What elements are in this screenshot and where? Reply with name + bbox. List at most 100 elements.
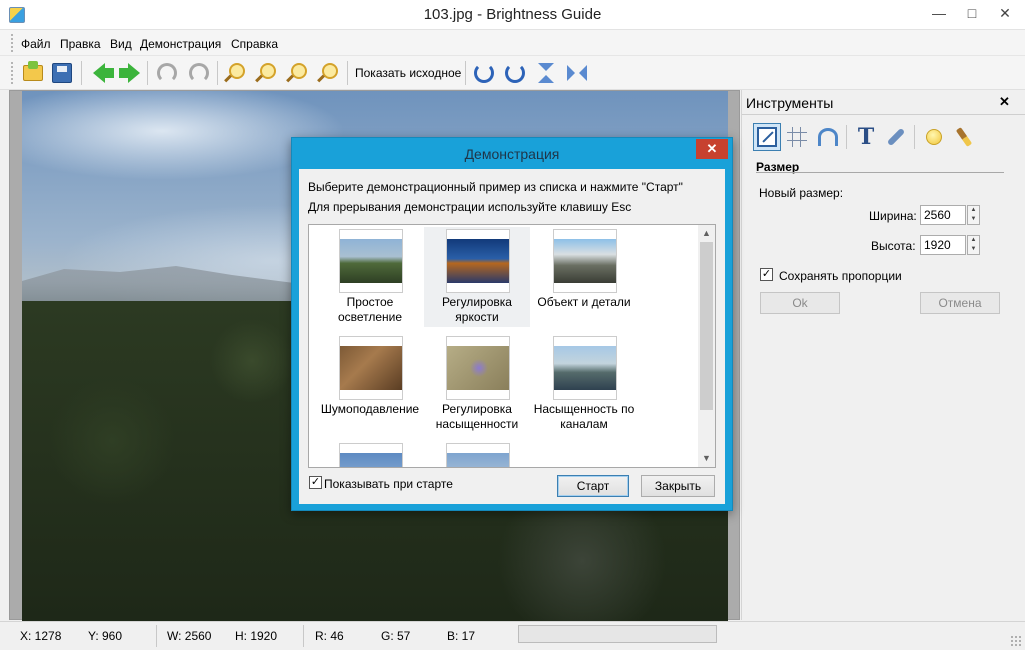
height-stepper[interactable]: ▲ ▼ bbox=[967, 235, 980, 255]
scroll-up-icon[interactable]: ▲ bbox=[698, 225, 715, 242]
flip-horizontal-icon bbox=[567, 63, 587, 83]
forward-icon bbox=[119, 63, 140, 83]
undo-tool[interactable] bbox=[814, 123, 842, 151]
bulb-icon bbox=[926, 129, 942, 145]
undo-icon bbox=[157, 63, 177, 83]
list-item[interactable]: Шумоподавление bbox=[317, 334, 423, 434]
thumbnail bbox=[339, 443, 403, 467]
tools-title: Инструменты bbox=[746, 95, 834, 111]
undo-button[interactable] bbox=[153, 59, 181, 87]
flip-vertical-icon bbox=[536, 63, 556, 83]
title-bar: 103.jpg - Brightness Guide — □ ✕ bbox=[0, 0, 1025, 30]
rotate-ccw-button[interactable] bbox=[501, 59, 529, 87]
scroll-thumb[interactable] bbox=[700, 242, 713, 410]
ok-button[interactable]: Ok bbox=[760, 292, 840, 314]
show-original-button[interactable]: Показать исходное bbox=[355, 66, 461, 80]
list-item[interactable]: Регулировка насыщенности bbox=[424, 334, 530, 434]
width-down-icon[interactable]: ▼ bbox=[968, 215, 979, 224]
thumbnail bbox=[553, 229, 617, 293]
status-width: W: 2560 bbox=[167, 629, 212, 643]
menu-edit[interactable]: Правка bbox=[60, 37, 101, 51]
menu-file[interactable]: Файл bbox=[21, 37, 51, 51]
redo-button[interactable] bbox=[185, 59, 213, 87]
thumbnail bbox=[446, 443, 510, 467]
resize-tool[interactable] bbox=[753, 123, 781, 151]
start-button[interactable]: Старт bbox=[557, 475, 629, 497]
thumbnail bbox=[553, 336, 617, 400]
demo-list[interactable]: Простое осветление Регулировка яркости Объ… bbox=[308, 224, 716, 468]
zoom-out-button[interactable] bbox=[252, 59, 280, 87]
open-button[interactable] bbox=[19, 59, 47, 87]
brush-tool[interactable] bbox=[950, 123, 978, 151]
thumbnail bbox=[339, 229, 403, 293]
resize-grip-icon[interactable] bbox=[1010, 635, 1022, 647]
zoom-out-icon bbox=[260, 63, 276, 79]
tools-close-icon[interactable]: ✕ bbox=[999, 94, 1010, 110]
crop-tool[interactable] bbox=[783, 123, 811, 151]
dialog-body: Выберите демонстрационный пример из спис… bbox=[299, 169, 725, 504]
rotate-cw-icon bbox=[474, 63, 494, 83]
cancel-button[interactable]: Отмена bbox=[920, 292, 1000, 314]
list-item[interactable]: Простое осветление bbox=[317, 227, 423, 327]
width-stepper[interactable]: ▲ ▼ bbox=[967, 205, 980, 225]
tools-panel: Инструменты ✕ T Размер Новый размер: Шир… bbox=[741, 90, 1025, 620]
bulb-tool[interactable] bbox=[920, 123, 948, 151]
height-up-icon[interactable]: ▲ bbox=[968, 236, 979, 245]
status-bar: X: 1278 Y: 960 W: 2560 H: 1920 R: 46 G: … bbox=[0, 621, 1025, 650]
maximize-button[interactable]: □ bbox=[955, 0, 989, 28]
window-title: 103.jpg - Brightness Guide bbox=[423, 6, 602, 23]
zoom-fit-button[interactable] bbox=[283, 59, 311, 87]
list-item[interactable]: Объект и детали bbox=[531, 227, 637, 327]
height-label: Высота: bbox=[871, 239, 916, 253]
zoom-in-icon bbox=[229, 63, 245, 79]
thumbnail bbox=[446, 229, 510, 293]
toolbar-separator bbox=[81, 61, 82, 85]
wrench-tool[interactable] bbox=[882, 123, 910, 151]
status-green: G: 57 bbox=[381, 629, 411, 643]
keep-ratio-checkbox[interactable]: ✓ bbox=[760, 268, 773, 281]
text-tool[interactable]: T bbox=[852, 123, 880, 151]
dialog-close-button[interactable]: ✕ bbox=[696, 139, 728, 159]
show-on-start-checkbox[interactable]: ✓ bbox=[309, 476, 322, 489]
toolbar: Показать исходное bbox=[0, 56, 1025, 90]
list-item[interactable] bbox=[317, 441, 423, 467]
brush-icon bbox=[955, 127, 973, 147]
list-scrollbar[interactable]: ▲ ▼ bbox=[698, 225, 715, 467]
dialog-title: Демонстрация bbox=[464, 146, 560, 162]
resize-icon bbox=[757, 127, 777, 147]
save-icon bbox=[52, 63, 72, 83]
save-button[interactable] bbox=[48, 59, 76, 87]
zoom-actual-button[interactable] bbox=[314, 59, 342, 87]
thumbnail bbox=[339, 336, 403, 400]
menu-bar: Файл Правка Вид Демонстрация Справка bbox=[0, 30, 1025, 56]
list-item[interactable] bbox=[424, 441, 530, 467]
list-item[interactable]: Насыщенность по каналам bbox=[531, 334, 637, 434]
list-item-caption: Объект и детали bbox=[537, 295, 631, 309]
dialog-instruction: Выберите демонстрационный пример из спис… bbox=[308, 180, 683, 194]
menu-help[interactable]: Справка bbox=[231, 37, 278, 51]
forward-button[interactable] bbox=[114, 59, 142, 87]
status-separator bbox=[156, 625, 157, 647]
width-field[interactable]: 2560 bbox=[920, 205, 966, 225]
toolbar-grip[interactable] bbox=[11, 62, 14, 84]
zoom-in-button[interactable] bbox=[221, 59, 249, 87]
progress-bar bbox=[518, 625, 717, 643]
undo-tool-icon bbox=[818, 128, 838, 146]
height-field[interactable]: 1920 bbox=[920, 235, 966, 255]
menu-view[interactable]: Вид bbox=[110, 37, 132, 51]
menu-grip[interactable] bbox=[11, 34, 14, 52]
menu-demo[interactable]: Демонстрация bbox=[140, 37, 221, 51]
width-up-icon[interactable]: ▲ bbox=[968, 206, 979, 215]
scroll-down-icon[interactable]: ▼ bbox=[698, 450, 715, 467]
flip-vertical-button[interactable] bbox=[532, 59, 560, 87]
height-down-icon[interactable]: ▼ bbox=[968, 245, 979, 254]
flip-horizontal-button[interactable] bbox=[563, 59, 591, 87]
rotate-ccw-icon bbox=[505, 63, 525, 83]
rotate-cw-button[interactable] bbox=[470, 59, 498, 87]
close-window-button[interactable]: ✕ bbox=[988, 0, 1022, 28]
list-item-selected[interactable]: Регулировка яркости bbox=[424, 227, 530, 327]
back-button[interactable] bbox=[85, 59, 114, 87]
minimize-button[interactable]: — bbox=[922, 0, 956, 28]
close-dialog-button[interactable]: Закрыть bbox=[641, 475, 715, 497]
zoom-actual-icon bbox=[322, 63, 338, 79]
